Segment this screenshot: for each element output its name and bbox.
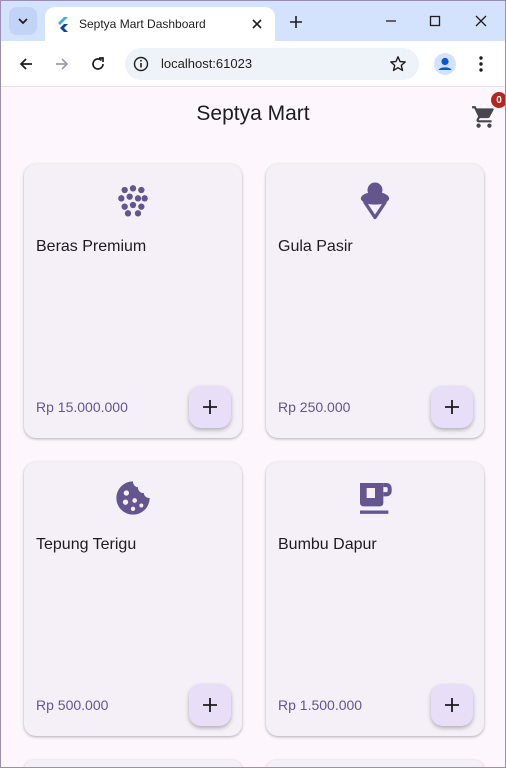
product-name: Beras Premium bbox=[36, 238, 147, 255]
tab-title: Septya Mart Dashboard bbox=[79, 17, 206, 31]
add-to-cart-button[interactable] bbox=[189, 386, 231, 428]
page-title: Septya Mart bbox=[196, 102, 310, 125]
product-price: Rp 500.000 bbox=[36, 697, 109, 713]
product-price: Rp 15.000.000 bbox=[36, 399, 128, 415]
minimize-button[interactable] bbox=[379, 9, 403, 33]
maximize-button[interactable] bbox=[423, 9, 447, 33]
add-to-cart-button[interactable] bbox=[189, 684, 231, 726]
product-card[interactable]: Tepung Terigu Rp 500.000 bbox=[24, 462, 242, 736]
plus-icon bbox=[290, 16, 302, 28]
address-bar[interactable]: localhost:61023 bbox=[125, 48, 419, 80]
grain-icon bbox=[118, 185, 148, 217]
maximize-icon bbox=[429, 15, 441, 27]
product-price: Rp 1.500.000 bbox=[278, 697, 363, 713]
plus-icon bbox=[445, 400, 459, 414]
browser-menu-button[interactable] bbox=[471, 52, 491, 76]
product-card[interactable]: Gula Pasir Rp 250.000 bbox=[266, 164, 484, 438]
product-name: Bumbu Dapur bbox=[278, 536, 377, 553]
product-card-partial[interactable] bbox=[266, 760, 484, 767]
browser-toolbar: localhost:61023 bbox=[1, 41, 505, 87]
plus-icon bbox=[203, 698, 217, 712]
reload-icon bbox=[92, 57, 104, 70]
close-window-button[interactable] bbox=[469, 9, 493, 33]
url-text[interactable]: localhost:61023 bbox=[161, 56, 252, 71]
tab-strip: Septya Mart Dashboard bbox=[1, 1, 505, 41]
add-to-cart-button[interactable] bbox=[431, 386, 473, 428]
close-icon bbox=[475, 15, 487, 27]
back-button[interactable] bbox=[14, 52, 38, 76]
app-viewport: Septya Mart 0 Beras Premium Rp 15.000.00… bbox=[1, 88, 505, 767]
star-icon[interactable] bbox=[389, 55, 407, 73]
product-card-partial[interactable] bbox=[24, 760, 242, 767]
product-card[interactable]: Beras Premium Rp 15.000.000 bbox=[24, 164, 242, 438]
more-vert-icon bbox=[479, 56, 483, 72]
icecream-icon bbox=[360, 182, 390, 220]
profile-icon[interactable] bbox=[433, 52, 457, 76]
flutter-icon bbox=[58, 17, 68, 32]
add-to-cart-button[interactable] bbox=[431, 684, 473, 726]
reload-button[interactable] bbox=[86, 52, 110, 76]
product-price: Rp 250.000 bbox=[278, 399, 351, 415]
minimize-icon bbox=[386, 20, 396, 22]
product-name: Gula Pasir bbox=[278, 238, 353, 255]
forward-button[interactable] bbox=[50, 52, 74, 76]
shopping-cart-icon[interactable] bbox=[471, 104, 497, 130]
product-name: Tepung Terigu bbox=[36, 536, 137, 553]
browser-window: Septya Mart Dashboard localhost:61023 Se… bbox=[0, 0, 506, 768]
new-tab-button[interactable] bbox=[285, 11, 307, 33]
tab-search-button[interactable] bbox=[9, 7, 37, 35]
cookie-icon bbox=[116, 481, 150, 515]
info-icon[interactable] bbox=[133, 56, 149, 72]
active-tab[interactable]: Septya Mart Dashboard bbox=[45, 7, 275, 41]
coffee-cup-icon bbox=[360, 483, 392, 514]
plus-icon bbox=[203, 400, 217, 414]
arrow-left-icon bbox=[19, 58, 32, 70]
chevron-down-icon bbox=[18, 18, 28, 25]
cart-count-badge: 0 bbox=[491, 92, 505, 108]
plus-icon bbox=[445, 698, 459, 712]
close-tab-button[interactable] bbox=[249, 16, 265, 32]
product-card[interactable]: Bumbu Dapur Rp 1.500.000 bbox=[266, 462, 484, 736]
arrow-right-icon bbox=[56, 58, 69, 70]
close-icon bbox=[252, 19, 262, 29]
